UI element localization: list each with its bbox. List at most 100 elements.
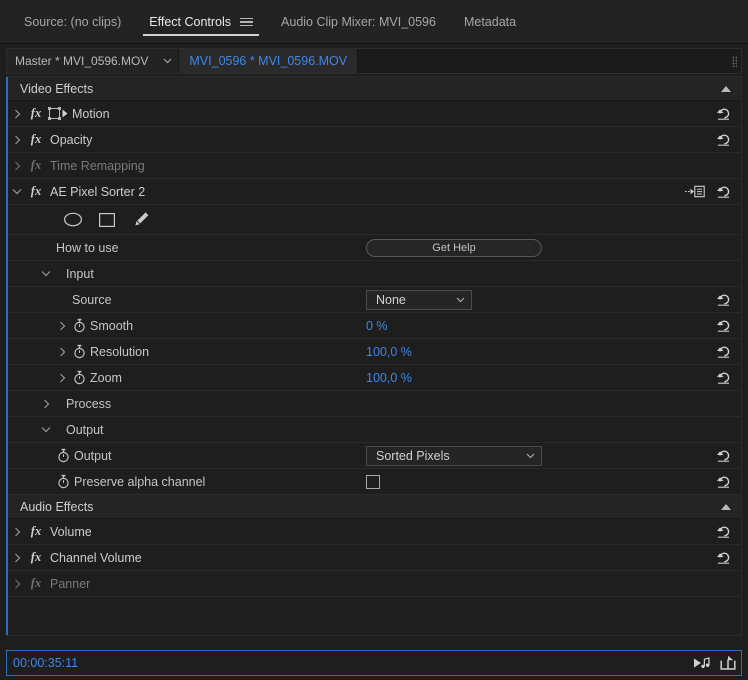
effect-row-time-remapping[interactable]: fx Time Remapping (8, 153, 741, 179)
rectangle-mask-tool-icon[interactable] (96, 210, 118, 230)
disclosure-arrow-expanded-icon[interactable] (38, 426, 54, 433)
effects-list-container: Video Effects fx Motion fx Opacity fx Ti… (6, 76, 742, 636)
fx-badge-icon[interactable]: fx (26, 550, 46, 565)
effect-row-ae-pixel-sorter-2[interactable]: fx AE Pixel Sorter 2 (8, 179, 741, 205)
panel-focus-indicator (6, 77, 8, 635)
reset-effect-icon[interactable] (715, 183, 733, 201)
fx-badge-icon[interactable]: fx (26, 158, 46, 173)
export-frame-icon[interactable] (715, 652, 741, 674)
disclosure-arrow-icon[interactable] (8, 553, 26, 563)
param-row-how-to-use: How to use Get Help (8, 235, 741, 261)
fx-badge-icon[interactable]: fx (26, 524, 46, 539)
stopwatch-keyframe-icon[interactable] (54, 474, 72, 489)
stopwatch-keyframe-icon[interactable] (70, 318, 88, 333)
fx-badge-icon[interactable]: fx (26, 184, 46, 199)
param-row-zoom: Zoom 100,0 % (8, 365, 741, 391)
panel-drag-grip[interactable] (727, 49, 741, 73)
playhead-timecode[interactable]: 00:00:35:11 (7, 656, 78, 670)
panel-menu-icon[interactable] (240, 17, 254, 27)
effect-name-label: AE Pixel Sorter 2 (50, 184, 146, 199)
video-effects-header[interactable]: Video Effects (8, 77, 741, 101)
audio-effects-collapse-icon[interactable] (721, 503, 731, 510)
play-audio-icon[interactable] (689, 652, 715, 674)
resolution-label: Resolution (90, 344, 150, 359)
disclosure-arrow-icon[interactable] (38, 399, 54, 409)
effect-name-label: Motion (72, 106, 110, 121)
reset-param-icon[interactable] (715, 369, 733, 387)
param-row-source: Source None (8, 287, 741, 313)
disclosure-arrow-expanded-icon[interactable] (8, 188, 26, 195)
param-section-process[interactable]: Process (8, 391, 741, 417)
disclosure-arrow-icon[interactable] (8, 109, 26, 119)
param-row-resolution: Resolution 100,0 % (8, 339, 741, 365)
master-clip-bar: Master * MVI_0596.MOV MVI_0596 * MVI_059… (6, 48, 742, 74)
stopwatch-keyframe-icon[interactable] (54, 448, 72, 463)
tab-source[interactable]: Source: (no clips) (10, 0, 135, 44)
effect-settings-icon[interactable] (685, 184, 705, 200)
reset-param-icon[interactable] (715, 343, 733, 361)
resolution-value[interactable]: 100,0 % (366, 345, 412, 359)
effect-controls-panel: Source: (no clips) Effect Controls Audio… (0, 0, 748, 680)
fx-badge-icon[interactable]: fx (26, 106, 46, 121)
effects-rows: Video Effects fx Motion fx Opacity fx Ti… (6, 77, 741, 597)
effect-row-panner[interactable]: fx Panner (8, 571, 741, 597)
pen-mask-tool-icon[interactable] (130, 210, 152, 230)
ellipse-mask-tool-icon[interactable] (62, 210, 84, 230)
effect-name-label: Time Remapping (50, 158, 145, 173)
chevron-down-icon (526, 453, 535, 459)
reset-param-icon[interactable] (715, 473, 733, 491)
clip-label: MVI_0596 * MVI_0596.MOV (189, 54, 348, 68)
get-help-button[interactable]: Get Help (366, 238, 542, 257)
tab-metadata[interactable]: Metadata (450, 0, 530, 44)
clip-selector[interactable]: MVI_0596 * MVI_0596.MOV (178, 49, 359, 73)
preserve-alpha-checkbox[interactable] (366, 474, 380, 489)
stopwatch-keyframe-icon[interactable] (70, 370, 88, 385)
stopwatch-keyframe-icon[interactable] (70, 344, 88, 359)
reset-effect-icon[interactable] (715, 131, 733, 149)
disclosure-arrow-icon[interactable] (54, 321, 70, 331)
reset-param-icon[interactable] (715, 317, 733, 335)
tab-source-label: Source: (no clips) (24, 15, 122, 29)
effect-row-opacity[interactable]: fx Opacity (8, 127, 741, 153)
fx-badge-icon[interactable]: fx (26, 576, 46, 591)
panel-tab-strip: Source: (no clips) Effect Controls Audio… (0, 0, 748, 44)
tab-metadata-label: Metadata (463, 15, 517, 29)
reset-param-icon[interactable] (715, 447, 733, 465)
mask-tool-row (8, 205, 741, 235)
effect-name-label: Opacity (50, 132, 93, 147)
master-dropdown-caret[interactable] (156, 49, 179, 73)
disclosure-arrow-expanded-icon[interactable] (38, 270, 54, 277)
effect-row-volume[interactable]: fx Volume (8, 519, 741, 545)
tab-audio-clip-mixer[interactable]: Audio Clip Mixer: MVI_0596 (267, 0, 450, 44)
disclosure-arrow-icon[interactable] (8, 135, 26, 145)
fx-badge-icon[interactable]: fx (26, 132, 46, 147)
reset-param-icon[interactable] (715, 291, 733, 309)
source-label: Source (72, 292, 112, 307)
reset-effect-icon[interactable] (715, 549, 733, 567)
video-effects-collapse-icon[interactable] (721, 85, 731, 92)
master-selector[interactable]: Master * MVI_0596.MOV (7, 49, 157, 73)
disclosure-arrow-icon[interactable] (8, 579, 26, 589)
disclosure-arrow-icon[interactable] (54, 347, 70, 357)
smooth-value[interactable]: 0 % (366, 319, 388, 333)
tab-effect-controls[interactable]: Effect Controls (135, 0, 267, 44)
audio-effects-header[interactable]: Audio Effects (8, 495, 741, 519)
effect-row-channel-volume[interactable]: fx Channel Volume (8, 545, 741, 571)
disclosure-arrow-icon[interactable] (8, 527, 26, 537)
reset-effect-icon[interactable] (715, 105, 733, 123)
param-section-output[interactable]: Output (8, 417, 741, 443)
param-section-input[interactable]: Input (8, 261, 741, 287)
reset-effect-icon[interactable] (715, 523, 733, 541)
output-dropdown[interactable]: Sorted Pixels (366, 445, 542, 466)
master-label: Master * MVI_0596.MOV (15, 54, 149, 68)
source-dropdown[interactable]: None (366, 289, 472, 310)
zoom-value[interactable]: 100,0 % (366, 371, 412, 385)
effect-row-motion[interactable]: fx Motion (8, 101, 741, 127)
effect-controls-footer: 00:00:35:11 (6, 650, 742, 676)
disclosure-arrow-icon[interactable] (8, 161, 26, 171)
output-dropdown-value: Sorted Pixels (376, 448, 450, 463)
disclosure-arrow-icon[interactable] (54, 373, 70, 383)
output-label: Output (74, 448, 112, 463)
source-dropdown-value: None (376, 292, 406, 307)
audio-effects-header-label: Audio Effects (20, 499, 94, 514)
